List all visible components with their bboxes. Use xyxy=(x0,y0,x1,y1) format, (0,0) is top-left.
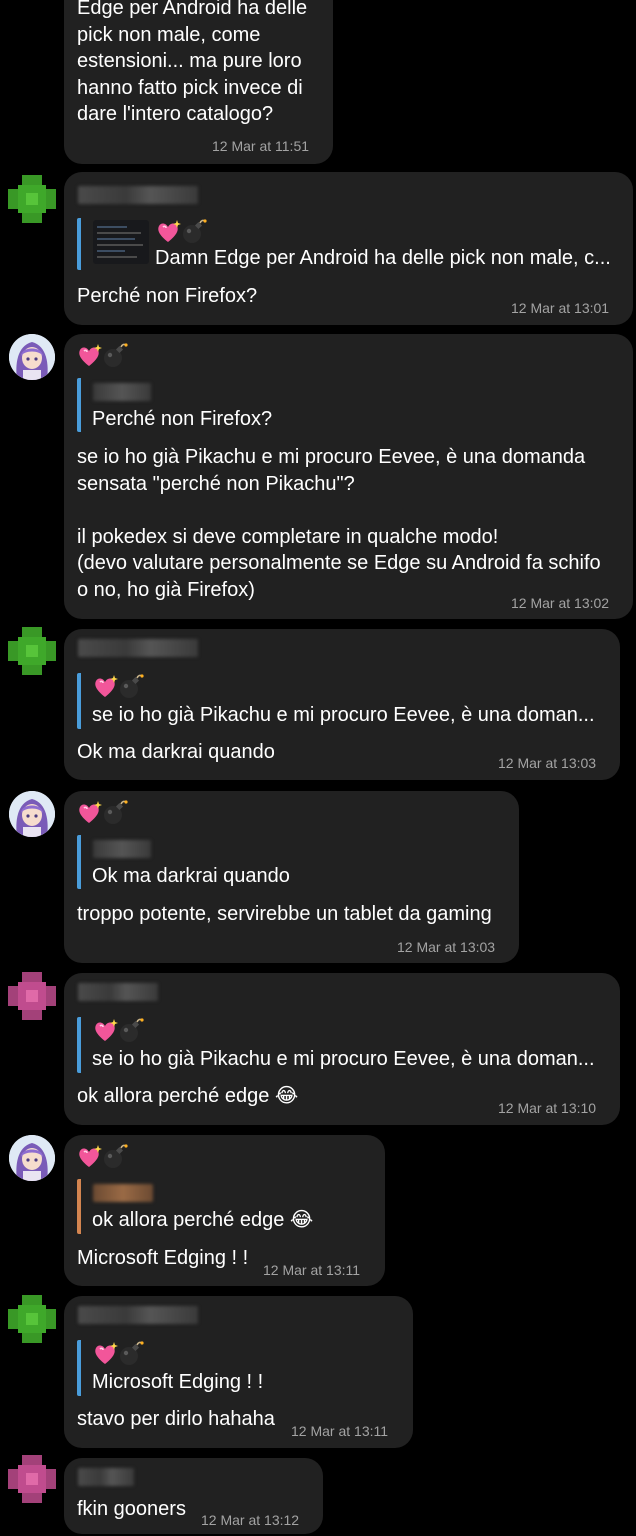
reply-quote[interactable]: Damn Edge per Android ha delle pick non … xyxy=(77,218,626,270)
message-bubble[interactable]: Edge per Android ha delle pick non male,… xyxy=(64,0,333,164)
message-text: fkin gooners xyxy=(77,1498,186,1520)
sparkling-heart-icon xyxy=(79,801,102,823)
message-bubble[interactable]: se io ho già Pikachu e mi procuro Eevee,… xyxy=(64,973,620,1125)
reply-text: se io ho già Pikachu e mi procuro Eevee,… xyxy=(92,704,595,726)
sparkling-heart-icon xyxy=(95,675,118,697)
message-timestamp: 12 Mar at 13:11 xyxy=(263,1262,361,1278)
bomb-icon xyxy=(104,343,128,367)
sparkling-heart-icon xyxy=(158,220,181,242)
bomb-icon xyxy=(104,800,128,824)
avatar[interactable] xyxy=(8,175,56,223)
message-bubble[interactable]: Damn Edge per Android ha delle pick non … xyxy=(64,172,633,325)
avatar[interactable] xyxy=(9,1135,55,1181)
message-timestamp: 12 Mar at 13:03 xyxy=(397,939,496,955)
reply-sender-emoji xyxy=(92,1017,144,1045)
avatar[interactable] xyxy=(9,334,55,380)
reply-quote[interactable]: Ok ma darkrai quando xyxy=(77,835,381,889)
bomb-icon xyxy=(120,1341,144,1365)
avatar[interactable] xyxy=(8,1295,56,1343)
sender-name-blurred xyxy=(78,1468,134,1486)
reply-text: Perché non Firefox? xyxy=(92,408,273,430)
message-text: Perché non Firefox? xyxy=(77,285,258,307)
reply-text: Microsoft Edging ! ! xyxy=(92,1371,264,1393)
reply-quote[interactable]: se io ho già Pikachu e mi procuro Eevee,… xyxy=(77,673,611,729)
message-text: Microsoft Edging ! ! xyxy=(77,1247,249,1269)
message-timestamp: 12 Mar at 13:03 xyxy=(498,755,597,771)
message-timestamp: 12 Mar at 13:11 xyxy=(291,1423,389,1439)
reply-sender-blurred xyxy=(93,1184,153,1202)
message-text: se io ho già Pikachu e mi procuro Eevee,… xyxy=(77,446,601,601)
message-timestamp: 12 Mar at 13:02 xyxy=(511,595,610,611)
reply-text: Damn Edge per Android ha delle pick non … xyxy=(155,247,611,269)
sparkling-heart-icon xyxy=(79,1145,102,1167)
sender-name-emoji xyxy=(76,799,128,827)
message-text: ok allora perché edge 😂 xyxy=(77,1085,299,1107)
message-timestamp: 12 Mar at 13:10 xyxy=(498,1100,597,1116)
message-timestamp: 12 Mar at 13:12 xyxy=(201,1512,300,1528)
sender-name-blurred xyxy=(78,1306,198,1324)
message-bubble[interactable]: Microsoft Edging ! ! stavo per dirlo hah… xyxy=(64,1296,413,1448)
message-bubble[interactable]: ok allora perché edge 😂 Microsoft Edging… xyxy=(64,1135,385,1286)
reply-quote[interactable]: Microsoft Edging ! ! xyxy=(77,1340,281,1396)
sparkling-heart-icon xyxy=(95,1019,118,1041)
reply-quote[interactable]: Perché non Firefox? xyxy=(77,378,381,432)
reply-text: se io ho già Pikachu e mi procuro Eevee,… xyxy=(92,1048,595,1070)
message-bubble[interactable]: fkin gooners 12 Mar at 13:12 xyxy=(64,1458,323,1534)
reply-sender-emoji xyxy=(92,1340,144,1368)
sender-name-emoji xyxy=(76,1143,128,1171)
reply-thumbnail xyxy=(93,220,149,264)
message-bubble[interactable]: Perché non Firefox? se io ho già Pikachu… xyxy=(64,334,633,619)
avatar[interactable] xyxy=(9,791,55,837)
reply-quote[interactable]: ok allora perché edge 😂 xyxy=(77,1179,376,1234)
reply-sender-blurred xyxy=(93,840,151,858)
sender-name-blurred xyxy=(78,639,198,657)
message-text: Ok ma darkrai quando xyxy=(77,741,275,763)
reply-sender-blurred xyxy=(93,383,151,401)
message-timestamp: 12 Mar at 13:01 xyxy=(511,300,610,316)
message-text: troppo potente, servirebbe un tablet da … xyxy=(77,903,492,925)
bomb-icon xyxy=(183,219,207,243)
bomb-icon xyxy=(120,674,144,698)
sender-name-blurred xyxy=(78,186,198,204)
reply-text: Ok ma darkrai quando xyxy=(92,865,290,887)
bomb-icon xyxy=(120,1018,144,1042)
reply-text: ok allora perché edge 😂 xyxy=(92,1209,314,1231)
sender-name-blurred xyxy=(78,983,158,1001)
reply-quote[interactable]: se io ho già Pikachu e mi procuro Eevee,… xyxy=(77,1017,611,1073)
reply-sender-emoji xyxy=(155,218,207,246)
message-text: stavo per dirlo hahaha xyxy=(77,1408,275,1430)
message-bubble[interactable]: se io ho già Pikachu e mi procuro Eevee,… xyxy=(64,629,620,780)
avatar[interactable] xyxy=(8,627,56,675)
avatar[interactable] xyxy=(8,1455,56,1503)
sender-name-emoji xyxy=(76,342,128,370)
message-text: Edge per Android ha delle pick non male,… xyxy=(77,0,308,125)
sparkling-heart-icon xyxy=(79,344,102,366)
reply-sender-emoji xyxy=(92,673,144,701)
sparkling-heart-icon xyxy=(95,1342,118,1364)
message-bubble[interactable]: Ok ma darkrai quando troppo potente, ser… xyxy=(64,791,519,963)
avatar[interactable] xyxy=(8,972,56,1020)
bomb-icon xyxy=(104,1144,128,1168)
message-timestamp: 12 Mar at 11:51 xyxy=(212,138,310,154)
